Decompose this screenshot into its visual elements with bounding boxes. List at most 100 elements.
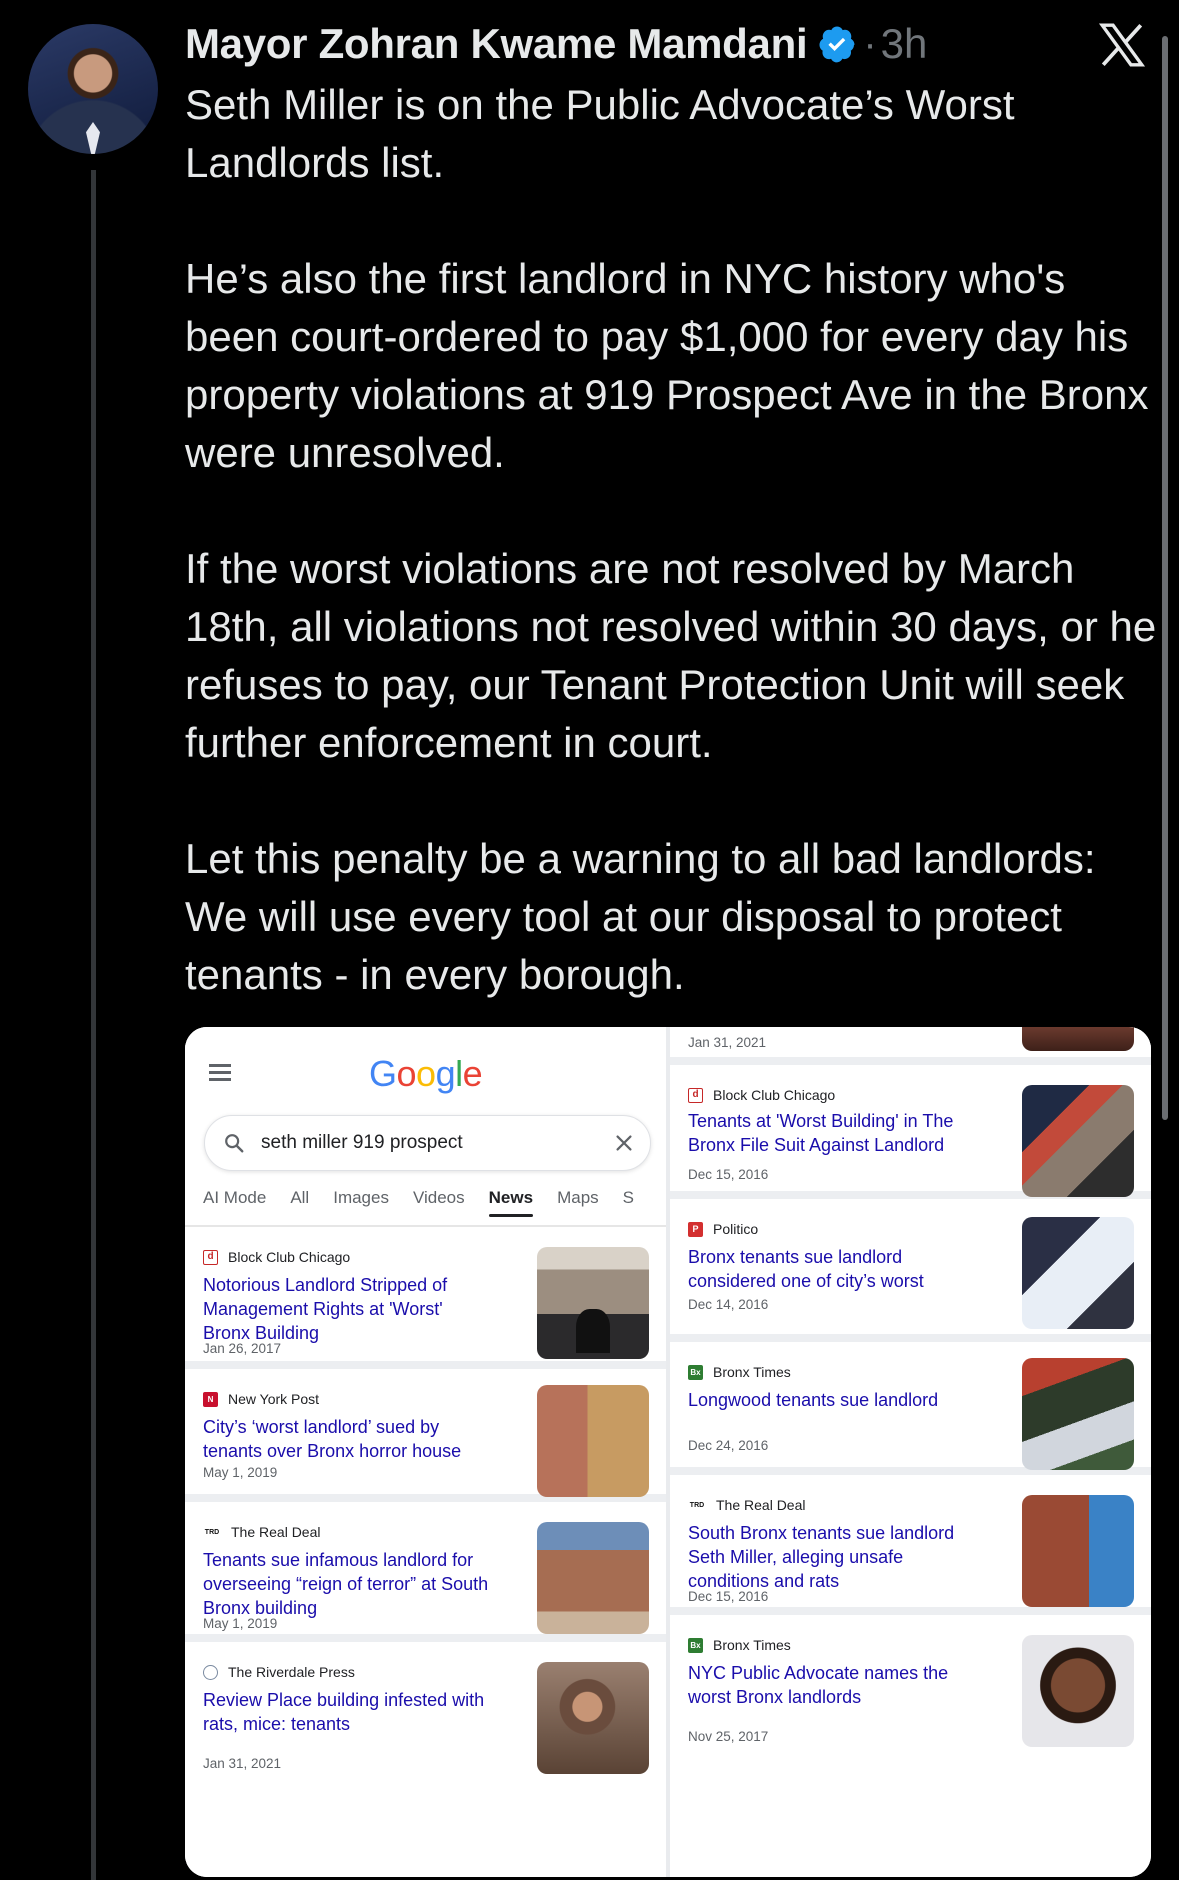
- source-name: Block Club Chicago: [228, 1249, 351, 1265]
- google-results-left: Google AI Mode All Images Videos News Ma…: [185, 1027, 666, 1877]
- logo-letter: g: [435, 1053, 456, 1094]
- news-result[interactable]: TRD The Real Deal South Bronx tenants sue…: [670, 1475, 1151, 1615]
- x-logo-icon[interactable]: [1096, 20, 1148, 70]
- tab-ai-mode[interactable]: AI Mode: [203, 1187, 266, 1225]
- result-date: Jan 26, 2017: [203, 1341, 282, 1356]
- tweet-header: Mayor Zohran Kwame Mamdani · 3h: [185, 16, 927, 72]
- source-name: New York Post: [228, 1391, 320, 1407]
- source-name: The Real Deal: [716, 1497, 806, 1513]
- result-thumbnail[interactable]: [537, 1662, 649, 1774]
- result-thumbnail[interactable]: [1022, 1495, 1134, 1607]
- result-thumbnail[interactable]: [537, 1247, 649, 1359]
- logo-letter: o: [396, 1053, 417, 1094]
- tweet-paragraph: He’s also the first landlord in NYC hist…: [185, 255, 1149, 476]
- result-source: TRD The Real Deal: [688, 1497, 806, 1513]
- result-thumbnail[interactable]: [1022, 1358, 1134, 1470]
- politico-favicon-icon: P: [688, 1221, 703, 1237]
- result-source: Bx Bronx Times: [688, 1637, 791, 1653]
- result-date: Jan 31, 2021: [203, 1756, 282, 1771]
- result-source: d Block Club Chicago: [203, 1249, 350, 1265]
- thread-line: [91, 170, 96, 1880]
- real-deal-favicon-icon: TRD: [203, 1524, 221, 1540]
- google-header: Google AI Mode All Images Videos News Ma…: [185, 1027, 666, 1227]
- tweet-paragraph: Let this penalty be a warning to all bad…: [185, 835, 1096, 998]
- search-icon[interactable]: [223, 1132, 245, 1154]
- result-title[interactable]: Notorious Landlord Stripped of Managemen…: [203, 1273, 493, 1345]
- result-source: N New York Post: [203, 1391, 319, 1407]
- tab-images[interactable]: Images: [333, 1187, 389, 1225]
- embedded-screenshot[interactable]: Google AI Mode All Images Videos News Ma…: [185, 1027, 1151, 1877]
- result-date: May 1, 2019: [203, 1465, 278, 1480]
- result-title[interactable]: Tenants at 'Worst Building' in The Bronx…: [688, 1109, 978, 1157]
- tab-maps[interactable]: Maps: [557, 1187, 599, 1225]
- news-result[interactable]: P Politico Bronx tenants sue landlord con…: [670, 1199, 1151, 1342]
- result-date: Dec 15, 2016: [688, 1589, 769, 1604]
- verified-badge-icon: [819, 26, 855, 63]
- news-result[interactable]: The Riverdale Press Review Place buildin…: [185, 1642, 666, 1877]
- result-thumbnail[interactable]: [1022, 1027, 1134, 1051]
- result-date: Jan 31, 2021: [688, 1035, 767, 1050]
- result-thumbnail[interactable]: [537, 1385, 649, 1497]
- result-source: The Riverdale Press: [203, 1664, 355, 1680]
- search-bar: [204, 1115, 651, 1171]
- block-club-favicon-icon: d: [688, 1087, 703, 1103]
- result-source: P Politico: [688, 1221, 758, 1237]
- nypost-favicon-icon: N: [203, 1391, 218, 1407]
- result-thumbnail[interactable]: [1022, 1085, 1134, 1197]
- source-name: The Real Deal: [231, 1524, 321, 1540]
- result-title[interactable]: Tenants sue infamous landlord for overse…: [203, 1548, 493, 1620]
- result-thumbnail[interactable]: [537, 1522, 649, 1634]
- result-title[interactable]: South Bronx tenants sue landlord Seth Mi…: [688, 1521, 978, 1593]
- result-source: d Block Club Chicago: [688, 1087, 835, 1103]
- tweet-paragraph: If the worst violations are not resolved…: [185, 545, 1157, 766]
- search-input[interactable]: [261, 1128, 581, 1158]
- bronx-times-favicon-icon: Bx: [688, 1637, 703, 1653]
- tab-more[interactable]: S: [623, 1187, 634, 1225]
- result-thumbnail[interactable]: [1022, 1217, 1134, 1329]
- result-source: Bx Bronx Times: [688, 1364, 791, 1380]
- result-thumbnail[interactable]: [1022, 1635, 1134, 1747]
- tab-videos[interactable]: Videos: [413, 1187, 465, 1225]
- source-name: The Riverdale Press: [228, 1664, 355, 1680]
- block-club-favicon-icon: d: [203, 1249, 218, 1265]
- result-date: Dec 15, 2016: [688, 1167, 769, 1182]
- news-result-partial[interactable]: Jan 31, 2021: [670, 1027, 1151, 1065]
- news-result[interactable]: d Block Club Chicago Notorious Landlord S…: [185, 1227, 666, 1369]
- meta-separator: ·: [863, 21, 877, 66]
- source-name: Block Club Chicago: [713, 1087, 836, 1103]
- bronx-times-favicon-icon: Bx: [688, 1364, 703, 1380]
- search-tabs: AI Mode All Images Videos News Maps S: [185, 1187, 666, 1225]
- news-result[interactable]: Bx Bronx Times NYC Public Advocate names …: [670, 1615, 1151, 1877]
- tab-all[interactable]: All: [290, 1187, 309, 1225]
- news-result[interactable]: d Block Club Chicago Tenants at 'Worst Bu…: [670, 1065, 1151, 1199]
- menu-icon[interactable]: [209, 1064, 231, 1081]
- result-title[interactable]: Longwood tenants sue landlord: [688, 1388, 978, 1412]
- google-logo[interactable]: Google: [369, 1053, 483, 1095]
- riverdale-favicon-icon: [203, 1664, 218, 1680]
- google-results-right: Jan 31, 2021 d Block Club Chicago Tenants…: [670, 1027, 1151, 1877]
- logo-letter: G: [369, 1053, 397, 1094]
- result-title[interactable]: NYC Public Advocate names the worst Bron…: [688, 1661, 978, 1709]
- tab-news[interactable]: News: [488, 1187, 534, 1225]
- source-name: Bronx Times: [713, 1364, 791, 1380]
- scrollbar[interactable]: [1162, 36, 1168, 1120]
- news-result[interactable]: Bx Bronx Times Longwood tenants sue landl…: [670, 1342, 1151, 1475]
- result-source: TRD The Real Deal: [203, 1524, 321, 1540]
- author-avatar[interactable]: [28, 24, 158, 154]
- author-name[interactable]: Mayor Zohran Kwame Mamdani: [185, 20, 808, 68]
- logo-letter: l: [455, 1053, 463, 1094]
- tweet-body: Seth Miller is on the Public Advocate’s …: [185, 76, 1160, 1004]
- logo-letter: o: [416, 1053, 436, 1094]
- source-name: Bronx Times: [713, 1637, 791, 1653]
- clear-search-icon[interactable]: [613, 1132, 635, 1154]
- timestamp[interactable]: 3h: [881, 20, 928, 68]
- result-title[interactable]: Bronx tenants sue landlord considered on…: [688, 1245, 978, 1293]
- result-title[interactable]: Review Place building infested with rats…: [203, 1688, 493, 1736]
- result-title[interactable]: City’s ‘worst landlord’ sued by tenants …: [203, 1415, 493, 1463]
- result-date: May 1, 2019: [203, 1616, 278, 1631]
- source-name: Politico: [713, 1221, 759, 1237]
- news-result[interactable]: N New York Post City’s ‘worst landlord’ s…: [185, 1369, 666, 1502]
- result-date: Dec 14, 2016: [688, 1297, 769, 1312]
- news-result[interactable]: TRD The Real Deal Tenants sue infamous la…: [185, 1502, 666, 1642]
- logo-letter: e: [462, 1053, 483, 1094]
